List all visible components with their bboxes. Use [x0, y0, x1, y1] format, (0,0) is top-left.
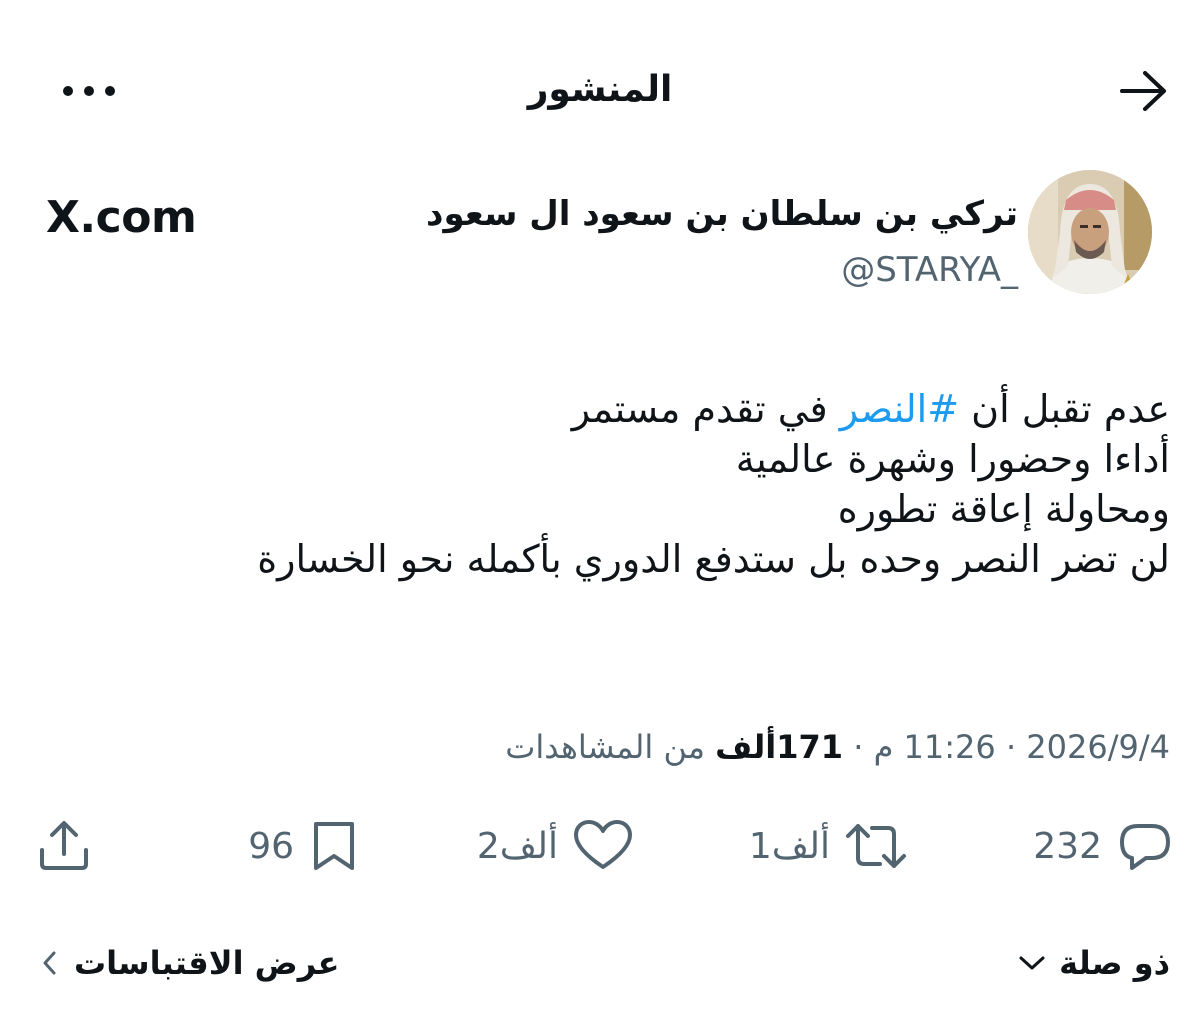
- tweet-line-2: أداءا وحضورا وشهرة عالمية: [735, 437, 1170, 481]
- tweet-text-segment: عدم تقبل أن: [959, 387, 1170, 431]
- avatar[interactable]: [1028, 170, 1152, 294]
- repost-button[interactable]: 1ألف: [749, 816, 908, 876]
- more-dots-icon: [63, 86, 115, 96]
- tweet-time[interactable]: 11:26 م: [874, 728, 996, 766]
- share-button[interactable]: [36, 816, 92, 876]
- share-icon: [40, 821, 88, 870]
- tweet-meta: 2026/9/4 · 11:26 م · 171ألف من المشاهدات: [505, 724, 1170, 770]
- page-title: المنشور: [527, 69, 673, 110]
- bookmark-count: 96: [248, 825, 294, 867]
- repost-count: 1ألف: [748, 825, 830, 867]
- back-button[interactable]: [1118, 68, 1170, 114]
- sort-relevance-label: ذو صلة: [1059, 944, 1170, 982]
- tweet-text-segment: في تقدم مستمر: [571, 387, 840, 431]
- meta-separator: ·: [1005, 728, 1017, 766]
- reply-button[interactable]: 232: [1033, 816, 1174, 876]
- tweet-line-1: عدم تقبل أن #النصر في تقدم مستمر: [60, 384, 1170, 434]
- author-handle[interactable]: @STARYA_: [841, 246, 1018, 294]
- view-quotes-link[interactable]: عرض الاقتباسات: [40, 940, 339, 986]
- hashtag-link[interactable]: #النصر: [840, 387, 959, 431]
- bookmark-button[interactable]: 96: [248, 816, 360, 876]
- avatar-image: [1028, 170, 1152, 294]
- bookmark-icon: [314, 822, 354, 870]
- reply-count: 232: [1033, 825, 1102, 867]
- tweet-date[interactable]: 2026/9/4: [1026, 728, 1170, 766]
- tweet-text: عدم تقبل أن #النصر في تقدم مستمر أداءا و…: [60, 384, 1170, 584]
- views-count: 171ألف: [715, 728, 844, 766]
- reply-icon: [1120, 824, 1170, 870]
- view-quotes-label: عرض الاقتباسات: [74, 944, 340, 982]
- sort-relevance-dropdown[interactable]: ذو صلة: [1017, 940, 1170, 986]
- like-button[interactable]: 2ألف: [477, 816, 634, 876]
- views-label: من المشاهدات: [505, 728, 716, 766]
- tweet-line-3: ومحاولة إعاقة تطوره: [837, 487, 1170, 531]
- arrow-right-icon: [1120, 71, 1166, 111]
- heart-icon: [574, 820, 632, 869]
- repost-icon: [846, 824, 906, 868]
- more-options-button[interactable]: [56, 74, 122, 108]
- author-display-name[interactable]: تركي بن سلطان بن سعود ال سعود: [426, 190, 1018, 238]
- tweet-line-4: لن تضر النصر وحده بل ستدفع الدوري بأكمله…: [257, 537, 1170, 581]
- chevron-left-icon: [43, 951, 56, 975]
- chevron-down-icon: [1019, 956, 1045, 970]
- meta-separator: ·: [853, 728, 864, 766]
- like-count: 2ألف: [476, 825, 558, 867]
- xcom-watermark: X.com: [46, 192, 197, 243]
